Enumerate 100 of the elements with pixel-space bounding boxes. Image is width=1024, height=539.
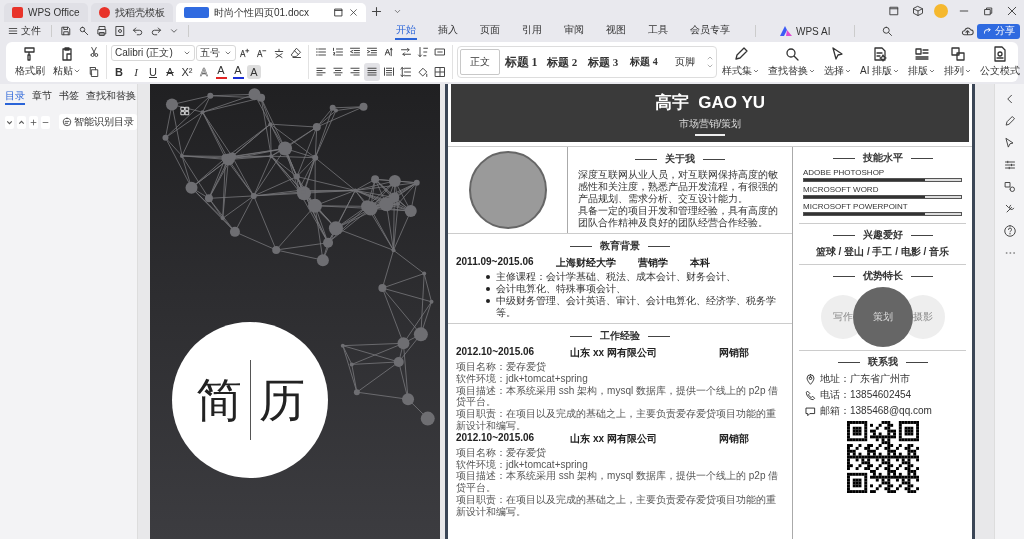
format-button[interactable]: B — [111, 63, 127, 81]
style-preset[interactable]: 标题 4 — [624, 49, 664, 75]
period-text: 2012.10~2015.06 — [456, 431, 535, 445]
project-detail: 软件环境：jdk+tomcat+spring — [456, 372, 589, 385]
ribbon-tab[interactable]: 工具 — [647, 22, 669, 40]
school-name: 上海财经大学 — [555, 256, 616, 270]
format-button[interactable]: A — [213, 63, 229, 81]
ribbon-tab[interactable]: 会员专享 — [689, 22, 731, 40]
justify-icon[interactable] — [364, 63, 380, 81]
ribbon-tab[interactable]: 引用 — [521, 22, 543, 40]
official-document-icon — [992, 46, 1009, 62]
caret-icon — [73, 67, 81, 75]
ribbon-command-button[interactable]: 排列 — [941, 45, 976, 79]
format-painter-button[interactable]: 格式刷 — [12, 45, 48, 79]
style-preset[interactable]: 标题 2 — [542, 49, 582, 75]
format-button[interactable]: A — [230, 63, 246, 81]
panel-tab[interactable]: 书签 — [59, 89, 79, 105]
skill-name: ADOBE PHOTOSHOP — [803, 168, 886, 177]
format-button[interactable]: X² — [179, 63, 195, 81]
section-heading: 工作经验 — [600, 329, 640, 343]
panel-tab[interactable]: 章节 — [32, 89, 52, 105]
major-text: 营销学 — [637, 256, 668, 270]
ai-document-icon — [872, 46, 889, 62]
plus-icon[interactable] — [29, 115, 38, 129]
close-icon — [348, 8, 358, 17]
ribbon-tab[interactable]: 视图 — [605, 22, 627, 40]
skill-name: MICROSOFT WORD — [803, 185, 880, 194]
section-heading: 技能水平 — [862, 151, 903, 165]
paste-button[interactable]: 粘贴 — [50, 45, 84, 79]
panel-tab[interactable]: 目录 — [5, 89, 25, 105]
format-button[interactable]: A — [162, 63, 178, 81]
style-preset[interactable]: 正文 — [460, 49, 500, 75]
period-text: 2012.10~2015.06 — [456, 346, 535, 359]
style-preset[interactable]: 标题 3 — [583, 49, 623, 75]
skill-name: MICROSOFT POWERPOINT — [803, 202, 909, 211]
arrange-icon — [950, 46, 967, 62]
location-pin-icon — [805, 373, 816, 385]
document-tab[interactable]: 时尚个性四页01.docx — [175, 3, 366, 22]
app-logo-icon — [12, 7, 23, 18]
ribbon-command-button[interactable]: AI 排版 — [857, 45, 904, 79]
section-heading: 教育背景 — [600, 239, 640, 253]
ribbon-command-button[interactable]: 选择 — [821, 45, 855, 79]
chevron-down-icon — [706, 62, 714, 70]
style-preset[interactable]: 页脚 — [665, 49, 705, 75]
document-tab[interactable]: 找稻壳模板 — [90, 3, 173, 22]
project-detail: 项目名称：爱存爱贷 — [456, 361, 547, 373]
panel-tab[interactable]: 查找和替换 — [86, 89, 136, 105]
contact-text: 邮箱：1385468@qq.com — [820, 404, 932, 418]
section-heading: 兴趣爱好 — [862, 228, 903, 242]
help-icon[interactable] — [1001, 222, 1018, 240]
strength-bubble: 策划 — [852, 287, 913, 347]
toc-icon — [62, 117, 72, 127]
ribbon-command-button[interactable]: 排版 — [905, 45, 940, 79]
format-button[interactable]: U — [145, 63, 161, 81]
minus-icon[interactable] — [41, 115, 50, 129]
project-detail: 软件环境：jdk+tomcat+spring — [456, 458, 589, 471]
smart-toc-button[interactable]: 智能识别目录 — [59, 114, 137, 130]
wps-ai-button[interactable]: WPS AI — [780, 25, 831, 37]
brush-icon — [22, 46, 38, 62]
ribbon-tab[interactable]: 开始 — [395, 22, 417, 40]
format-button[interactable]: A — [247, 65, 261, 79]
ribbon-command-button[interactable]: 样式集 — [719, 45, 763, 79]
ribbon-tab[interactable]: 审阅 — [563, 22, 585, 40]
company-name: 山东 xx 网有限公司 — [570, 431, 657, 446]
font-size-select[interactable]: 五号 — [196, 44, 236, 61]
bullet-icon — [486, 299, 490, 303]
grid-icon — [180, 106, 190, 116]
chevron-up-icon[interactable] — [17, 115, 26, 129]
phone-icon — [805, 389, 816, 401]
hobbies-text: 篮球 / 登山 / 手工 / 电影 / 音乐 — [814, 245, 951, 259]
contact-text: 电话：13854602454 — [820, 388, 912, 402]
document-icon — [183, 7, 209, 18]
section-heading: 联系我 — [867, 355, 898, 369]
tab-label: 找稻壳模板 — [114, 5, 165, 20]
chevron-down-icon[interactable] — [5, 115, 14, 129]
department-text: 网销部 — [718, 431, 749, 446]
share-icon — [982, 26, 992, 36]
ribbon-tab[interactable]: 页面 — [479, 22, 501, 40]
ribbon-command-button[interactable]: 公文模式 — [977, 45, 1024, 79]
font-family-select[interactable]: Calibri (正文) — [111, 44, 195, 61]
resume-name: 高宇 GAO YU — [654, 91, 766, 114]
clipboard-icon — [59, 46, 75, 62]
project-detail: 项目职责：在项目以及完成的基础之上，主要负责爱存爱贷项目功能的重新设计和编写。 — [456, 408, 777, 432]
ai-logo-icon — [780, 26, 792, 36]
project-detail: 项目名称：爱存爱贷 — [456, 446, 547, 459]
section-heading: 关于我 — [665, 152, 695, 166]
contact-text: 地址：广东省广州市 — [820, 372, 910, 386]
degree-text: 本科 — [689, 256, 710, 270]
ribbon-tab[interactable]: 插入 — [437, 22, 459, 40]
bullet-icon — [486, 275, 490, 279]
file-menu-button[interactable]: 文件 — [4, 23, 45, 39]
monitor-icon — [332, 7, 344, 18]
format-button[interactable]: I — [128, 63, 144, 81]
ribbon-command-button[interactable]: 查找替换 — [765, 45, 819, 79]
document-tab[interactable]: WPS Office — [4, 3, 88, 22]
style-preset[interactable]: 标题 1 — [501, 49, 541, 75]
period-text: 2011.09~2015.06 — [456, 256, 534, 269]
chat-bubble-icon — [805, 405, 816, 417]
project-detail: 项目描述：本系统采用 ssh 架构，mysql 数据库，提供一个线上的 p2p 借贷平台。 — [456, 470, 780, 494]
share-button[interactable]: 分享 — [977, 23, 1020, 39]
